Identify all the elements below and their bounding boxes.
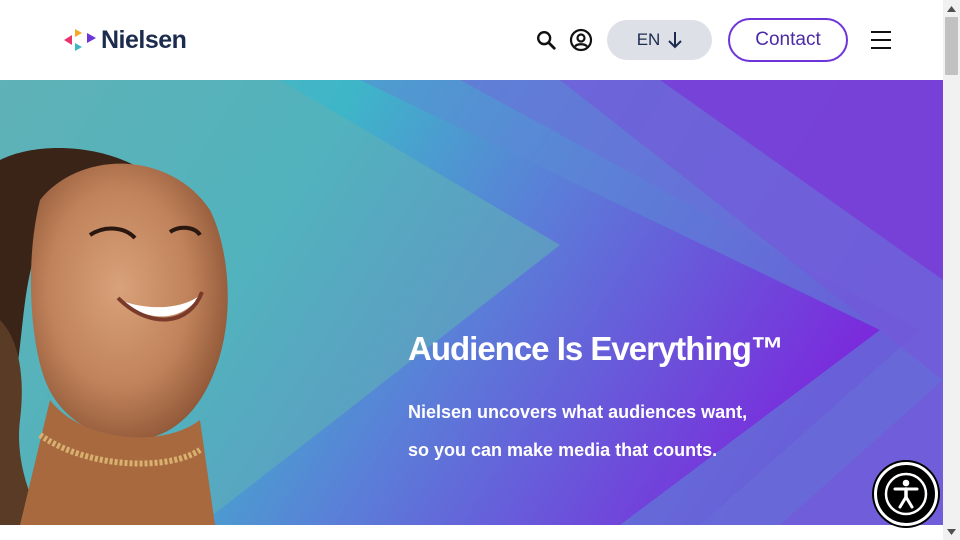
account-button[interactable] <box>568 27 594 53</box>
nielsen-logo[interactable]: Nielsen <box>63 25 187 55</box>
scroll-up-arrow-icon <box>947 5 956 12</box>
scroll-down-arrow-icon <box>947 528 956 535</box>
scroll-down-button[interactable] <box>943 523 960 540</box>
hero-subtitle: Nielsen uncovers what audiences want, so… <box>408 393 788 469</box>
nielsen-logo-mark-icon <box>64 29 96 51</box>
accessibility-icon <box>884 472 928 516</box>
hamburger-menu-icon <box>871 31 891 49</box>
hero-subtitle-line-2: so you can make media that counts. <box>408 440 718 460</box>
accessibility-button[interactable] <box>874 462 938 526</box>
hero-title: Audience Is Everything™ <box>408 330 784 367</box>
site-header: Nielsen EN Contact <box>0 0 943 80</box>
logo-text: Nielsen <box>101 25 187 54</box>
menu-button[interactable] <box>869 28 893 52</box>
vertical-scrollbar[interactable] <box>943 0 960 540</box>
scrollbar-thumb[interactable] <box>945 17 958 75</box>
contact-button[interactable]: Contact <box>728 18 848 62</box>
hero-subtitle-line-1: Nielsen uncovers what audiences want, <box>408 402 748 422</box>
contact-label: Contact <box>755 29 821 50</box>
page-below-hero <box>0 525 943 540</box>
page-viewport: Nielsen EN Contact Audience Is Everythin… <box>0 0 943 540</box>
arrow-down-icon <box>668 32 683 49</box>
language-label: EN <box>636 30 661 49</box>
search-icon <box>537 31 556 50</box>
hero-banner: Audience Is Everything™ Nielsen uncovers… <box>0 80 943 525</box>
account-icon <box>569 28 593 52</box>
search-button[interactable] <box>533 27 559 53</box>
scroll-up-button[interactable] <box>943 0 960 17</box>
language-selector[interactable]: EN <box>607 20 712 60</box>
